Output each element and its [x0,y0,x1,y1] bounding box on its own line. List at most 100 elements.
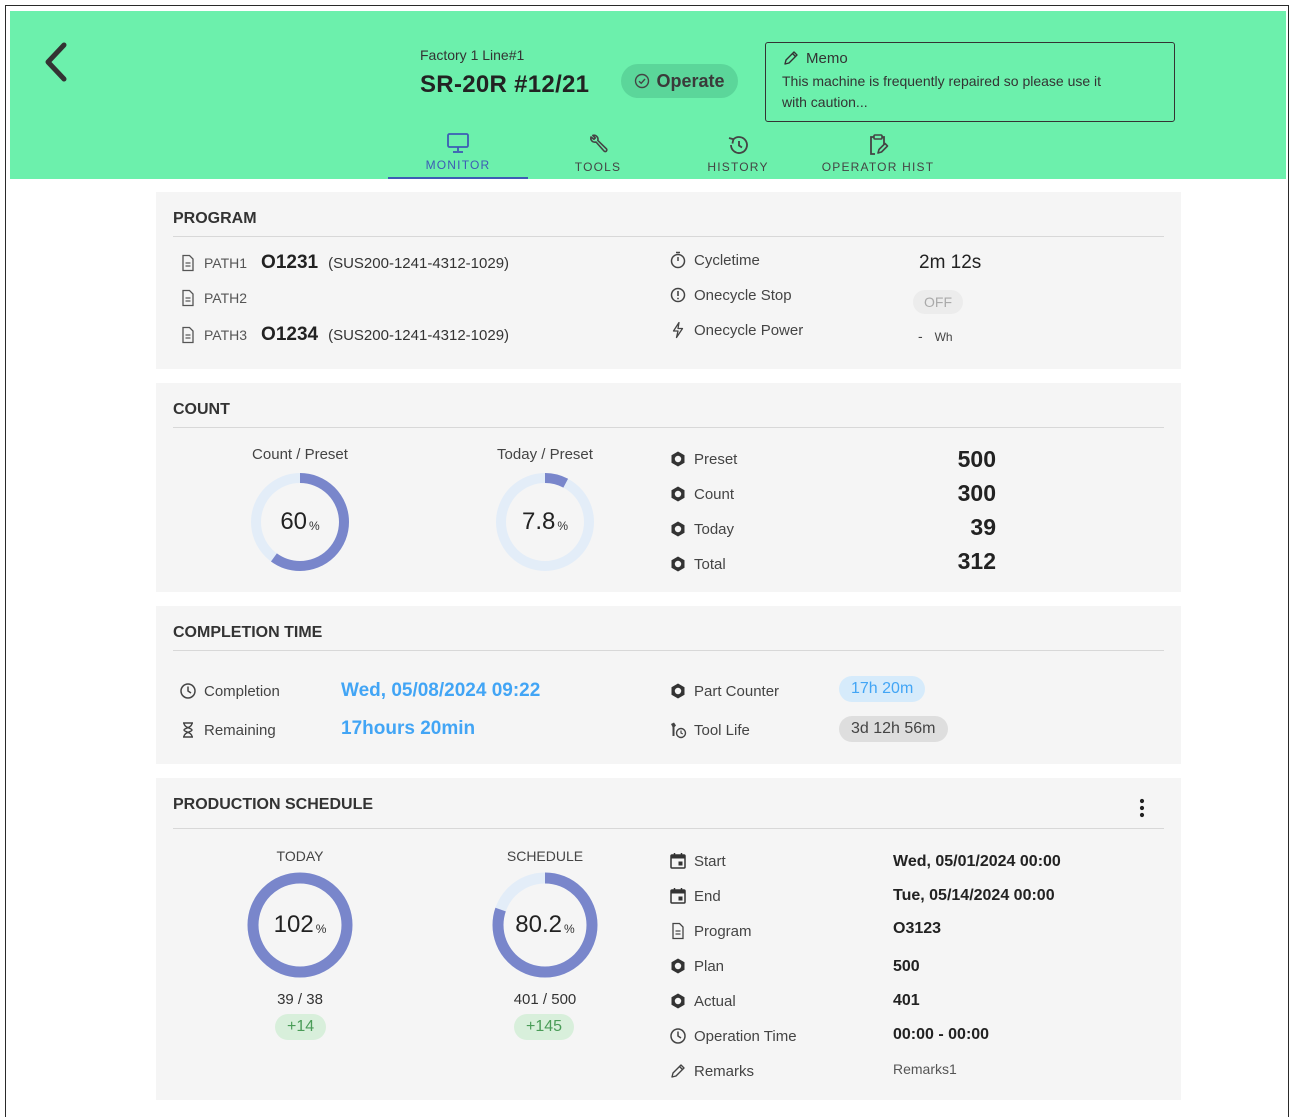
path1-row: PATH1 O1231 (SUS200-1241-4312-1029) [178,252,509,274]
schedule-gauge-value: 80.2 [515,911,563,938]
clipboard-edit-icon [870,134,889,155]
tab-history[interactable]: HISTORY [668,131,808,179]
today-schedule-unit: % [315,922,327,936]
memo-text-line1: This machine is frequently repaired so p… [782,73,1102,89]
tab-bar: MONITOR TOOLS HISTORY OPERATOR HIST [388,131,948,179]
actual-row: Actual [668,991,736,1011]
program-value: O3123 [893,920,942,937]
end-label: End [694,887,721,905]
today-row: Today [668,519,734,539]
program-title: PROGRAM [173,210,257,227]
tab-tools-label: TOOLS [574,160,622,174]
schedule-card: PRODUCTION SCHEDULE TODAY 102% 39 / 38 +… [156,778,1181,1100]
operation-time-value: 00:00 - 00:00 [893,1026,990,1043]
program-row: Program [668,921,752,941]
preset-row: Preset [668,449,737,469]
tool-clock-icon [668,720,688,740]
onecycle-stop-row: Onecycle Stop [668,285,792,305]
hexagon-icon [668,554,688,574]
stop-clock-icon [668,285,688,305]
more-options-button[interactable] [1132,795,1152,821]
onecycle-stop-chip: OFF [913,290,963,314]
memo-text: This machine is frequently repaired so p… [782,71,1158,113]
remaining-label: Remaining [204,721,276,739]
start-row: Start [668,851,726,871]
onecycle-power-row: Onecycle Power [668,320,803,340]
tab-monitor[interactable]: MONITOR [388,131,528,179]
file-icon [178,253,198,273]
calendar-icon [668,886,688,906]
completion-title: COMPLETION TIME [173,624,323,641]
tool-life-chip: 3d 12h 56m [839,716,948,742]
actual-value: 401 [893,992,920,1009]
tool-life-label: Tool Life [694,721,750,739]
chevron-left-icon [45,42,67,82]
status-badge: Operate [621,64,738,98]
tab-monitor-label: MONITOR [425,158,491,172]
part-counter-row: Part Counter [668,681,779,701]
schedule-gauge-unit: % [564,922,575,936]
completion-row: Completion [178,681,280,701]
onecycle-power-label: Onecycle Power [694,321,804,339]
today-preset-gauge: 7.8% [494,471,596,573]
clock-icon [178,681,198,701]
file-icon [668,921,688,941]
today-schedule-gauge: 102% [246,871,354,979]
tab-history-label: HISTORY [707,160,769,174]
onecycle-power-value: - Wh [918,328,953,344]
remaining-value[interactable]: 17hours 20min [341,718,475,740]
monitor-icon [447,133,469,153]
plan-label: Plan [694,957,725,975]
end-row: End [668,886,721,906]
schedule-gauge: 80.2% [491,871,599,979]
path3-label: PATH3 [204,327,248,343]
tab-operator-hist[interactable]: OPERATOR HIST [808,131,948,179]
count-card: COUNT Count / Preset 60% Today / Preset … [156,383,1181,592]
operation-time-row: Operation Time [668,1026,797,1046]
count-title: COUNT [173,401,230,418]
completion-value[interactable]: Wed, 05/08/2024 09:22 [341,680,540,702]
factory-line: Factory 1 Line#1 [420,47,525,63]
preset-value: 500 [957,446,996,472]
program-card: PROGRAM PATH1 O1231 (SUS200-1241-4312-10… [156,192,1181,369]
part-counter-label: Part Counter [694,682,780,700]
tab-tools[interactable]: TOOLS [528,131,668,179]
remarks-label: Remarks [694,1062,755,1080]
start-label: Start [694,852,726,870]
path1-label: PATH1 [204,255,248,271]
today-gauge-value: 7.8 [521,508,556,535]
today-value: 39 [970,514,996,540]
hourglass-icon [178,720,198,740]
back-button[interactable] [38,37,78,87]
tab-operator-hist-label: OPERATOR HIST [821,160,935,174]
memo-box[interactable]: Memo This machine is frequently repaired… [765,42,1175,122]
check-circle-icon [635,73,650,89]
cycletime-row: Cycletime [668,250,760,270]
file-icon [178,288,198,308]
memo-text-line2: with caution... [782,94,868,110]
actual-label: Actual [694,992,736,1010]
calendar-icon [668,851,688,871]
total-row: Total [668,554,726,574]
count-preset-gauge: 60% [249,471,351,573]
pencil-icon [784,51,798,65]
path1-detail: (SUS200-1241-4312-1029) [328,254,510,272]
wrench-icon [590,134,608,153]
lightning-icon [668,320,688,340]
completion-card: COMPLETION TIME Completion Wed, 05/08/20… [156,606,1181,764]
cycletime-label: Cycletime [694,251,760,269]
clock-icon [668,1026,688,1046]
start-value: Wed, 05/01/2024 00:00 [893,853,1061,870]
count-gauge-value: 60 [280,508,308,535]
remaining-row: Remaining [178,720,276,740]
operation-time-label: Operation Time [694,1027,797,1045]
today-delta-chip: +14 [275,1014,327,1040]
cycletime-value: 2m 12s [919,252,982,273]
app-frame: Factory 1 Line#1 SR-20R #12/21 Operate M… [5,5,1289,1117]
status-label: Operate [656,70,725,91]
onecycle-stop-label: Onecycle Stop [694,286,792,304]
today-label: Today [694,520,735,538]
pencil-icon [668,1061,688,1081]
completion-label: Completion [204,682,280,700]
count-gauge-unit: % [309,519,320,533]
